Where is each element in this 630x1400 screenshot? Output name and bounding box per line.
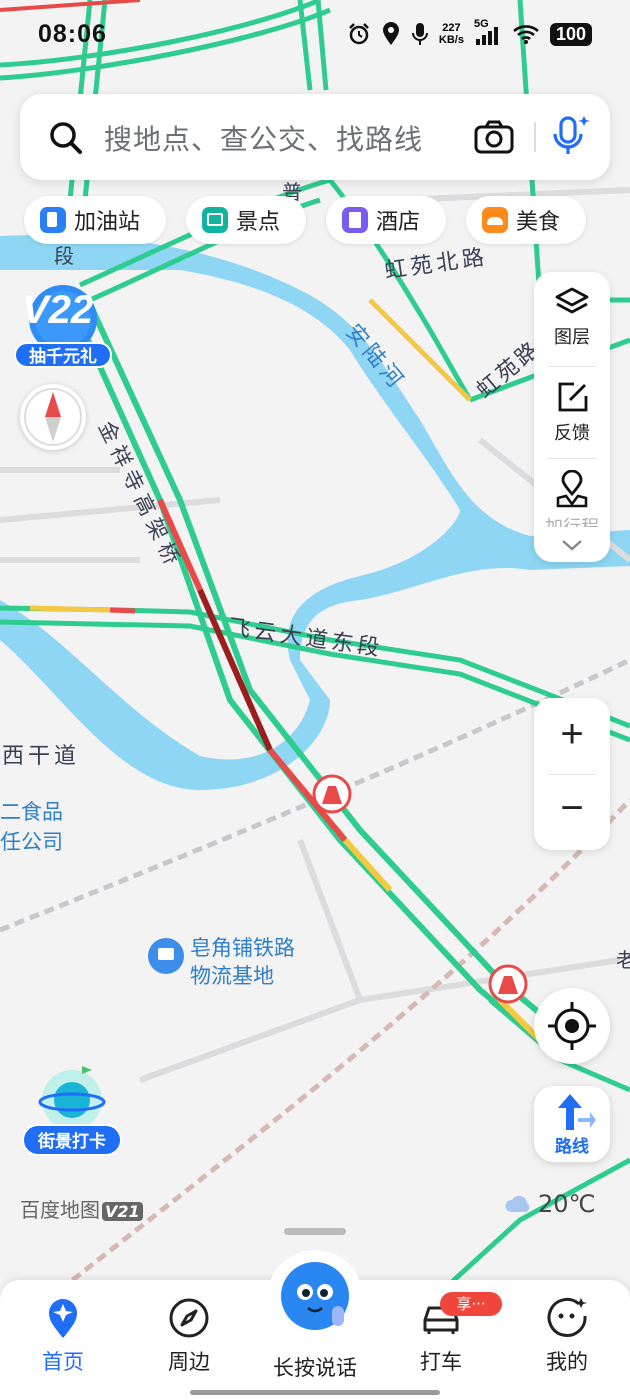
category-chips: 加油站 景点 酒店 美食	[24, 196, 587, 244]
share-badge: 享···	[440, 1292, 502, 1316]
microphone-icon	[411, 23, 428, 45]
tab-label: 打车	[420, 1350, 462, 1374]
wifi-icon	[513, 25, 539, 44]
street-view-button[interactable]: 街景打卡	[22, 1064, 122, 1160]
construction-icon	[312, 774, 352, 814]
chip-food[interactable]: 美食	[466, 196, 587, 244]
voice-assistant-button[interactable]	[262, 1246, 368, 1346]
chevron-down-icon[interactable]	[560, 538, 584, 552]
promo-badge[interactable]: V22 抽千元礼	[14, 284, 112, 370]
sheet-handle[interactable]	[284, 1228, 346, 1235]
locate-button[interactable]	[534, 988, 610, 1064]
street-view-label: 街景打卡	[22, 1124, 122, 1156]
home-icon	[41, 1296, 85, 1340]
temperature: 20℃	[538, 1190, 596, 1218]
compass-button[interactable]	[20, 384, 86, 450]
status-bar: 08:06 227 KB/s 5G 100	[0, 0, 630, 72]
route-button[interactable]: 路线	[534, 1086, 610, 1162]
construction-icon	[488, 964, 528, 1004]
status-icons: 227 KB/s 5G 100	[347, 18, 592, 46]
zoom-divider	[548, 774, 596, 775]
location-icon	[382, 22, 399, 45]
trip-label: 加行程	[534, 513, 610, 527]
chip-label: 美食	[516, 210, 561, 235]
layers-label: 图层	[554, 327, 590, 348]
profile-face-icon	[545, 1296, 589, 1340]
panel-divider	[548, 458, 596, 459]
chip-hotel[interactable]: 酒店	[326, 196, 447, 244]
road-label-lao: 老	[616, 948, 630, 972]
camera-icon[interactable]	[474, 120, 514, 154]
poi-label-2[interactable]: 物流基地	[190, 960, 274, 990]
search-divider	[534, 122, 536, 152]
alarm-icon	[349, 23, 369, 45]
layers-button[interactable]: 图层	[534, 286, 610, 349]
tab-label: 周边	[168, 1350, 210, 1374]
tab-mine[interactable]: 我的	[512, 1296, 622, 1376]
compass-nav-icon	[167, 1296, 211, 1340]
map-watermark: 百度地图 V21	[20, 1194, 143, 1223]
gas-station-icon	[40, 207, 66, 233]
panel-divider	[548, 366, 596, 367]
scenic-icon	[202, 207, 229, 233]
zoom-out-button[interactable]: −	[534, 786, 610, 831]
chip-gas-station[interactable]: 加油站	[24, 196, 167, 244]
promo-label: 抽千元礼	[14, 342, 112, 368]
weather-widget[interactable]: 20℃	[504, 1190, 596, 1218]
battery-indicator: 100	[549, 22, 592, 46]
tab-label: 我的	[546, 1350, 588, 1374]
food-icon	[482, 207, 509, 233]
map-tools-panel: 图层 反馈 加行程	[534, 272, 610, 562]
route-label: 路线	[555, 1137, 589, 1157]
feedback-button[interactable]: 反馈	[534, 380, 610, 445]
company-label-1: 二食品	[0, 800, 63, 824]
chip-label: 景点	[236, 210, 281, 235]
voice-search-icon[interactable]	[550, 114, 592, 158]
search-icon	[50, 122, 82, 154]
feedback-label: 反馈	[554, 423, 590, 444]
layers-icon	[555, 287, 589, 314]
locate-icon	[548, 1002, 596, 1050]
trip-pin-icon	[556, 469, 588, 508]
feedback-icon	[558, 382, 588, 412]
compass-icon	[24, 388, 82, 446]
road-label-west: 西干道	[2, 744, 81, 769]
hotel-icon	[342, 207, 369, 233]
chip-scenic[interactable]: 景点	[186, 196, 307, 244]
cloud-icon	[505, 1195, 530, 1212]
home-indicator[interactable]	[190, 1390, 440, 1395]
road-label-duan: 段	[54, 244, 74, 268]
zoom-in-button[interactable]: +	[534, 712, 610, 757]
logistics-poi-icon	[148, 938, 184, 974]
trip-button[interactable]: 加行程	[534, 469, 610, 527]
search-bar[interactable]: 搜地点、查公交、找路线	[20, 94, 610, 180]
company-label-2: 任公司	[0, 830, 63, 854]
tab-label: 首页	[42, 1350, 84, 1374]
mascot-icon	[267, 1250, 363, 1346]
cellular-signal-icon: 5G	[474, 18, 502, 46]
zoom-control: + −	[534, 698, 610, 850]
tab-nearby[interactable]: 周边	[134, 1296, 244, 1376]
voice-assistant-label: 长按说话	[273, 1356, 357, 1380]
network-speed: 227 KB/s	[438, 22, 464, 46]
tab-home[interactable]: 首页	[8, 1296, 118, 1376]
poi-label-1[interactable]: 皂角铺铁路	[190, 932, 295, 962]
chip-label: 酒店	[376, 210, 421, 235]
status-time: 08:06	[38, 20, 107, 48]
search-input[interactable]: 搜地点、查公交、找路线	[104, 118, 423, 158]
promo-version: V22	[22, 288, 94, 332]
chip-label: 加油站	[74, 210, 141, 235]
